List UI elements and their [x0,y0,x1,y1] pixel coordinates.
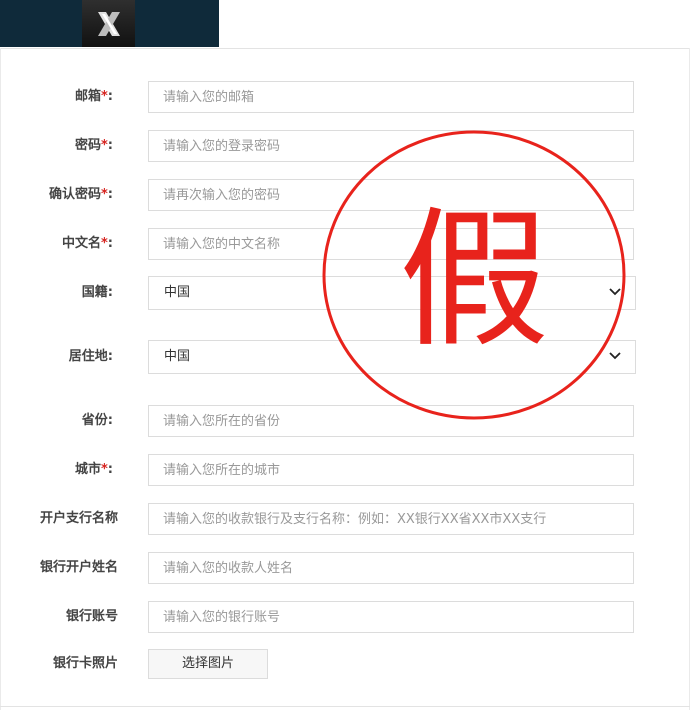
top-header-bar [0,0,219,47]
email-input[interactable] [148,81,634,113]
password-label: 密码*: [74,138,113,153]
x-logo-icon[interactable] [82,0,135,47]
province-input[interactable] [148,405,634,437]
residence-label: 居住地: [68,349,113,364]
fake-stamp: 假 [322,130,626,420]
account-name-label: 银行开户姓名 [39,560,118,575]
chinese-name-input[interactable] [148,228,634,260]
chinese-name-label: 中文名*: [61,236,113,251]
email-label: 邮箱*: [74,89,113,104]
province-label: 省份: [81,413,113,428]
header-divider [0,48,690,49]
city-label: 城市*: [74,462,113,477]
nationality-value: 中国 [164,285,191,300]
residence-value: 中国 [164,349,191,364]
choose-image-button[interactable]: 选择图片 [148,649,268,679]
chevron-down-icon [609,288,621,296]
city-input[interactable] [148,454,634,486]
account-name-input[interactable] [148,552,634,584]
residence-select[interactable]: 中国 [148,340,636,374]
form-bottom-border [0,706,690,707]
confirm-password-label: 确认密码*: [48,187,113,202]
account-number-label: 银行账号 [65,609,118,624]
bank-branch-label: 开户支行名称 [39,511,118,526]
card-photo-label: 银行卡照片 [52,656,118,671]
account-number-input[interactable] [148,601,634,633]
chevron-down-icon [609,352,621,360]
password-input[interactable] [148,130,634,162]
nationality-select[interactable]: 中国 [148,276,636,310]
confirm-password-input[interactable] [148,179,634,211]
nationality-label: 国籍: [81,285,113,300]
bank-branch-input[interactable] [148,503,634,535]
